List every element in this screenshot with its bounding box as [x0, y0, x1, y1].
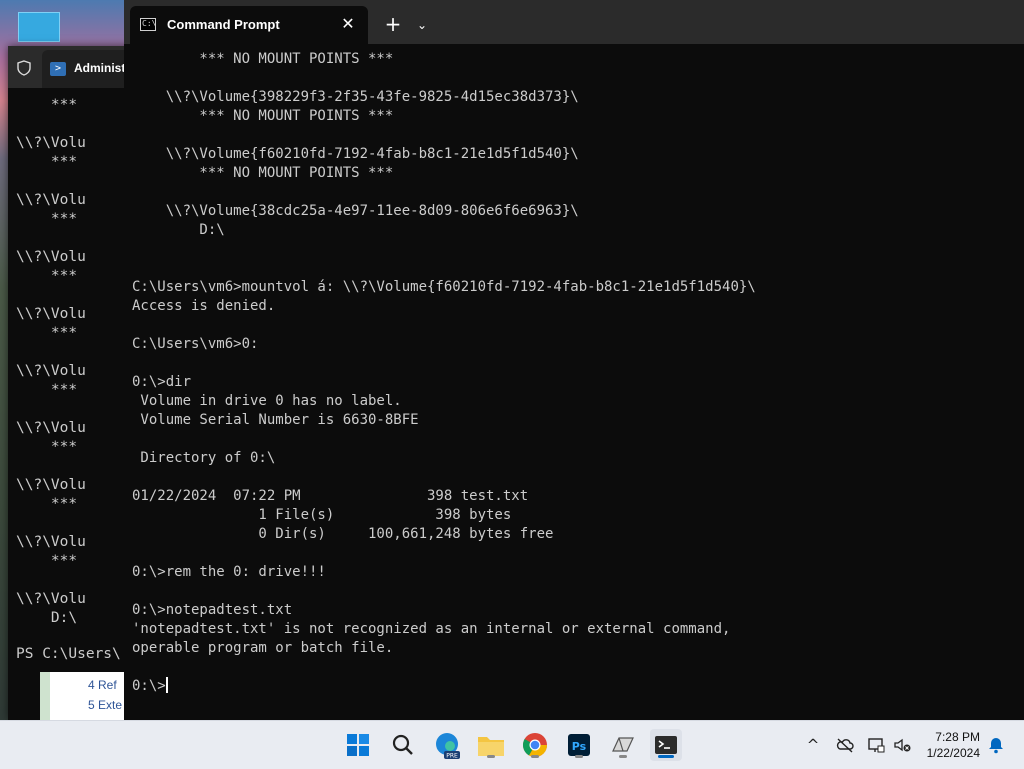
output-line: \\?\Volume{f60210fd-7192-4fab-b8c1-21e1d…	[132, 146, 579, 162]
system-clock[interactable]: 7:28 PM 1/22/2024	[900, 729, 980, 761]
notification-bell-icon[interactable]	[986, 735, 1006, 755]
powershell-prompt[interactable]: PS C:\Users\	[16, 646, 121, 662]
chevron-down-icon[interactable]: ⌄	[412, 12, 432, 38]
search-icon	[392, 734, 413, 755]
output-line: C:\Users\vm6>mountvol á: \\?\Volume{f602…	[132, 279, 756, 295]
output-line: operable program or batch file.	[132, 640, 394, 656]
output-line: *** NO MOUNT POINTS ***	[132, 108, 394, 124]
prompt-text: 0:\>	[132, 678, 166, 694]
cloud-offline-icon[interactable]	[835, 735, 855, 755]
active-indicator	[658, 755, 674, 758]
document-list-item: 4 Ref	[88, 678, 117, 692]
terminal-button[interactable]	[650, 729, 682, 761]
powershell-tab-title: Administ	[74, 61, 126, 75]
output-line: Volume Serial Number is 6630-8BFE	[132, 412, 419, 428]
output-line: *** NO MOUNT POINTS ***	[132, 51, 394, 67]
output-line: *** NO MOUNT POINTS ***	[132, 165, 394, 181]
output-line: 0:\>dir	[132, 374, 192, 390]
powershell-icon: >	[50, 62, 66, 76]
svg-text:PRE: PRE	[446, 753, 458, 760]
text-cursor	[165, 677, 168, 693]
output-line: \\?\Volume{398229f3-2f35-43fe-9825-4d15e…	[132, 89, 579, 105]
terminal-titlebar: C:\ Command Prompt ✕ + ⌄	[124, 0, 1024, 44]
running-indicator	[531, 755, 539, 758]
desktop-shortcut-icon[interactable]	[18, 12, 60, 42]
chrome-button[interactable]	[519, 729, 551, 761]
document-list-item: 5 Exte	[88, 698, 123, 712]
photoshop-button[interactable]: Ps	[563, 729, 595, 761]
output-line: 1 File(s) 398 bytes	[132, 507, 512, 523]
network-icon[interactable]	[866, 735, 886, 755]
terminal-output[interactable]: *** NO MOUNT POINTS *** \\?\Volume{39822…	[132, 50, 1018, 710]
windows-logo-icon	[347, 734, 369, 756]
cmd-icon: C:\	[140, 18, 156, 31]
output-line: Volume in drive 0 has no label.	[132, 393, 402, 409]
start-button[interactable]	[342, 729, 374, 761]
output-line: Directory of 0:\	[132, 450, 276, 466]
close-icon[interactable]: ✕	[338, 14, 358, 34]
edge-icon: PRE	[436, 733, 460, 760]
output-line: Access is denied.	[132, 298, 276, 314]
running-indicator	[619, 755, 627, 758]
clock-date: 1/22/2024	[926, 746, 980, 760]
edge-beta-button[interactable]: PRE	[431, 729, 463, 761]
svg-text:Ps: Ps	[572, 740, 587, 753]
output-line: C:\Users\vm6>0:	[132, 336, 259, 352]
search-button[interactable]	[387, 729, 419, 761]
file-explorer-button[interactable]	[475, 729, 507, 761]
taskbar: PRE Ps ^ 7:28 PM 1/22/2024	[0, 720, 1024, 769]
clock-time: 7:28 PM	[935, 730, 980, 744]
new-tab-button[interactable]: +	[380, 12, 406, 38]
output-line: \\?\Volume{38cdc25a-4e97-11ee-8d09-806e6…	[132, 203, 579, 219]
chevron-up-icon[interactable]: ^	[803, 735, 823, 755]
output-line: 0:\>rem the 0: drive!!!	[132, 564, 326, 580]
output-line: 01/22/2024 07:22 PM 398 test.txt	[132, 488, 529, 504]
command-prompt-window[interactable]: C:\ Command Prompt ✕ + ⌄ *** NO MOUNT PO…	[124, 0, 1024, 720]
app-button[interactable]	[607, 729, 639, 761]
output-line: 'notepadtest.txt' is not recognized as a…	[132, 621, 731, 637]
running-indicator	[575, 755, 583, 758]
output-line: 0:\>notepadtest.txt	[132, 602, 293, 618]
output-line: 0 Dir(s) 100,661,248 bytes free	[132, 526, 554, 542]
output-line: D:\	[132, 222, 225, 238]
running-indicator	[487, 755, 495, 758]
command-prompt-line[interactable]: 0:\>	[132, 677, 1018, 696]
shield-icon	[17, 60, 31, 76]
tab-command-prompt[interactable]: C:\ Command Prompt ✕	[130, 6, 368, 44]
tab-title: Command Prompt	[167, 17, 280, 32]
